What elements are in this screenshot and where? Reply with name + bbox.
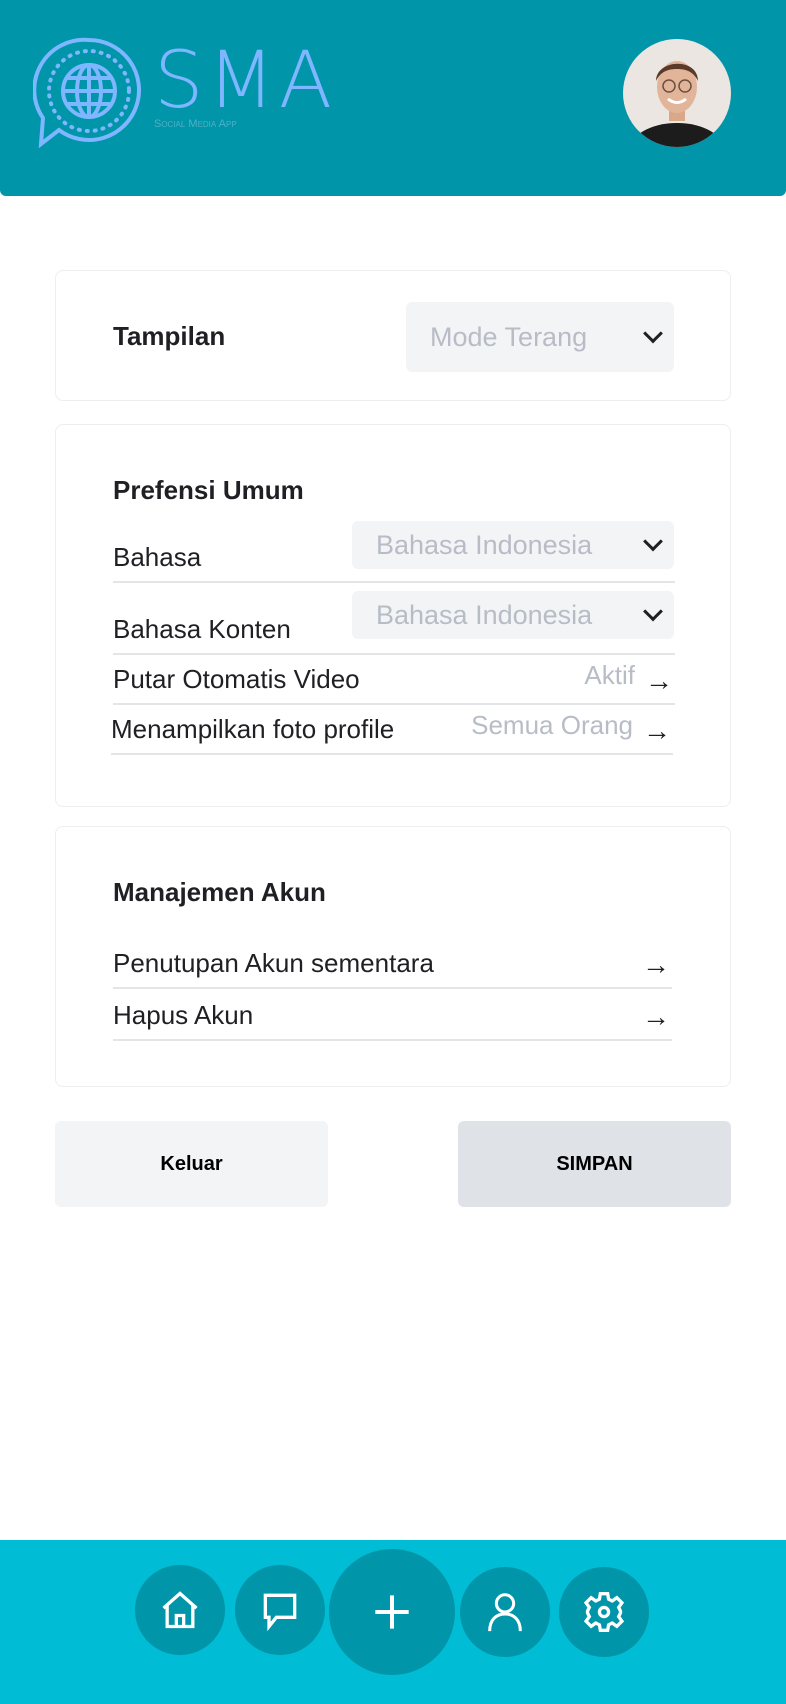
autoplay-label: Putar Otomatis Video [113, 664, 360, 694]
chevron-down-icon [643, 323, 663, 344]
general-preferences-card: Prefensi Umum Bahasa Bahasa Indonesia Ba… [55, 424, 731, 807]
general-title: Prefensi Umum [113, 475, 304, 505]
arrow-right-icon: → [642, 1001, 670, 1032]
theme-mode-select[interactable]: Mode Terang [406, 302, 674, 372]
autoplay-video-row[interactable]: Putar Otomatis Video Aktif → [113, 655, 675, 705]
arrow-right-icon: → [645, 665, 673, 696]
content-language-value: Bahasa Indonesia [376, 599, 593, 630]
nav-create-button[interactable] [329, 1549, 455, 1675]
nav-chat-button[interactable] [235, 1565, 325, 1655]
logo-globe-chat-icon [33, 37, 141, 148]
arrow-right-icon: → [643, 715, 671, 746]
save-button[interactable]: SIMPAN [458, 1121, 731, 1207]
nav-settings-button[interactable] [559, 1567, 649, 1657]
profile-photo-label: Menampilkan foto profile [111, 714, 395, 744]
language-select[interactable]: Bahasa Indonesia [352, 521, 674, 569]
user-icon [488, 1593, 522, 1632]
arrow-right-icon: → [642, 949, 670, 980]
delete-account-label: Hapus Akun [113, 1000, 254, 1030]
content-language-select[interactable]: Bahasa Indonesia [352, 591, 674, 639]
chat-icon [263, 1593, 297, 1632]
chevron-down-icon [643, 601, 663, 622]
language-row: Bahasa Bahasa Indonesia [113, 521, 675, 583]
bottom-nav [0, 1540, 786, 1704]
profile-photo-value: Semua Orang [471, 710, 633, 740]
language-label: Bahasa [113, 542, 202, 572]
appearance-title: Tampilan [113, 321, 226, 351]
appearance-card: Tampilan Mode Terang [55, 270, 731, 401]
theme-mode-value: Mode Terang [430, 321, 588, 352]
avatar[interactable] [623, 39, 731, 147]
home-icon [162, 1591, 198, 1629]
plus-icon [375, 1595, 409, 1629]
account-management-card: Manajemen Akun Penutupan Akun sementara … [55, 826, 731, 1087]
gear-icon [583, 1592, 625, 1632]
autoplay-value: Aktif [584, 660, 635, 690]
account-title: Manajemen Akun [113, 877, 326, 907]
brand-subtitle: Social Media App [154, 118, 237, 130]
content-language-label: Bahasa Konten [113, 614, 291, 644]
app-header: SMA Social Media App [0, 0, 786, 196]
brand-name: SMA [154, 36, 337, 126]
temporary-close-label: Penutupan Akun sementara [113, 948, 434, 978]
chevron-down-icon [643, 531, 663, 552]
nav-home-button[interactable] [135, 1565, 225, 1655]
logout-button[interactable]: Keluar [55, 1121, 328, 1207]
profile-photo-visibility-row[interactable]: Menampilkan foto profile Semua Orang → [111, 705, 673, 755]
temporary-close-account-row[interactable]: Penutupan Akun sementara → [113, 939, 672, 989]
nav-profile-button[interactable] [460, 1567, 550, 1657]
language-value: Bahasa Indonesia [376, 529, 593, 560]
delete-account-row[interactable]: Hapus Akun → [113, 989, 672, 1041]
content-language-row: Bahasa Konten Bahasa Indonesia [113, 583, 675, 655]
